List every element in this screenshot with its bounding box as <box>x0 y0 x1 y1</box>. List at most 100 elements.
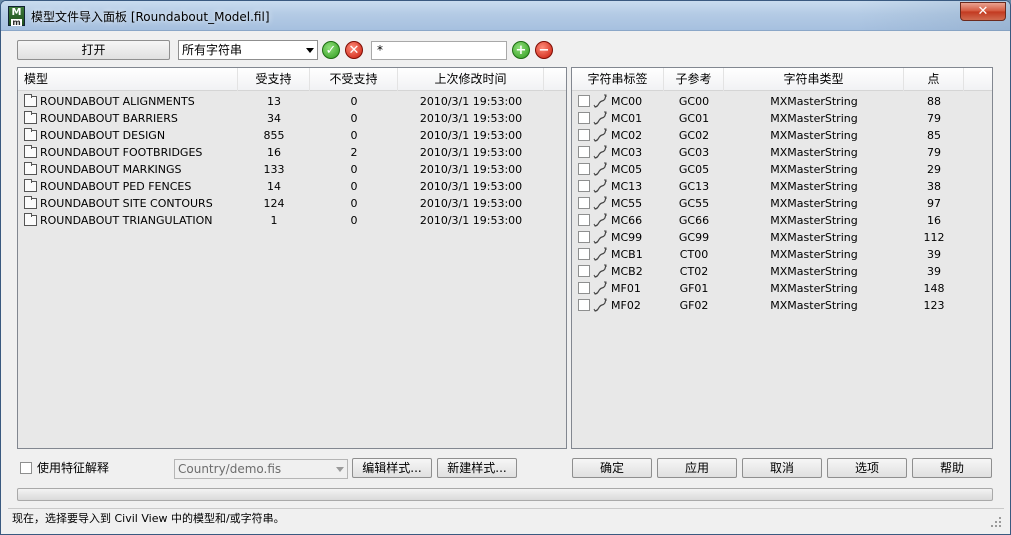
string-row[interactable]: MC99 GC99 MXMasterString 112 <box>572 229 992 246</box>
chevron-down-icon <box>336 467 344 472</box>
model-modified: 2010/3/1 19:53:00 <box>419 197 523 210</box>
col-model[interactable]: 模型 <box>18 68 238 91</box>
string-sub-ref: GC13 <box>678 180 710 193</box>
string-points: 97 <box>927 197 941 210</box>
string-row[interactable]: MC02 GC02 MXMasterString 85 <box>572 127 992 144</box>
use-feature-checkbox[interactable] <box>20 462 32 474</box>
help-button[interactable]: 帮助 <box>912 458 992 478</box>
model-row[interactable]: ROUNDABOUT SITE CONTOURS 124 0 2010/3/1 19:… <box>18 195 566 212</box>
style-file-select[interactable]: Country/demo.fis <box>174 459 348 479</box>
model-row[interactable]: ROUNDABOUT MARKINGS 133 0 2010/3/1 19:53:00 <box>18 161 566 178</box>
col-string-type[interactable]: 字符串类型 <box>724 68 904 91</box>
model-name: ROUNDABOUT DESIGN <box>40 129 166 142</box>
model-name: ROUNDABOUT PED FENCES <box>40 180 192 193</box>
string-checkbox[interactable] <box>578 231 590 243</box>
string-checkbox[interactable] <box>578 248 590 260</box>
string-type: MXMasterString <box>770 282 858 295</box>
string-type: MXMasterString <box>770 265 858 278</box>
col-sub-ref[interactable]: 子参考 <box>664 68 724 91</box>
strings-panel: 字符串标签 子参考 字符串类型 点 MC00 GC00 MXMasterString… <box>571 67 993 449</box>
string-points: 79 <box>927 146 941 159</box>
chevron-down-icon <box>306 48 314 53</box>
col-points[interactable]: 点 <box>904 68 964 91</box>
string-row[interactable]: MCB2 CT02 MXMasterString 39 <box>572 263 992 280</box>
cancel-button[interactable]: 取消 <box>742 458 822 478</box>
string-checkbox[interactable] <box>578 163 590 175</box>
string-row[interactable]: MC66 GC66 MXMasterString 16 <box>572 212 992 229</box>
model-unsupported: 0 <box>350 163 358 176</box>
string-checkbox[interactable] <box>578 129 590 141</box>
model-unsupported: 0 <box>350 180 358 193</box>
string-type: MXMasterString <box>770 112 858 125</box>
string-sub-ref: GC03 <box>678 146 710 159</box>
ok-button[interactable]: 确定 <box>572 458 652 478</box>
model-supported: 133 <box>263 163 285 176</box>
reject-filter-icon[interactable]: ✕ <box>345 41 363 59</box>
models-header: 模型 受支持 不受支持 上次修改时间 <box>18 68 566 91</box>
model-unsupported: 2 <box>350 146 358 159</box>
apply-button[interactable]: 应用 <box>657 458 737 478</box>
string-checkbox[interactable] <box>578 282 590 294</box>
model-unsupported: 0 <box>350 112 358 125</box>
model-row[interactable]: ROUNDABOUT ALIGNMENTS 13 0 2010/3/1 19:53:0… <box>18 93 566 110</box>
string-points: 112 <box>923 231 945 244</box>
string-row[interactable]: MC03 GC03 MXMasterString 79 <box>572 144 992 161</box>
import-dialog: Mm 模型文件导入面板 [Roundabout_Model.fil] ✕ 打开 … <box>0 0 1011 535</box>
string-checkbox[interactable] <box>578 214 590 226</box>
options-button[interactable]: 选项 <box>827 458 907 478</box>
string-row[interactable]: MF01 GF01 MXMasterString 148 <box>572 280 992 297</box>
close-button[interactable]: ✕ <box>960 2 1006 21</box>
string-icon <box>593 145 607 159</box>
model-row[interactable]: ROUNDABOUT FOOTBRIDGES 16 2 2010/3/1 19:53:… <box>18 144 566 161</box>
col-modified[interactable]: 上次修改时间 <box>398 68 544 91</box>
string-type: MXMasterString <box>770 248 858 261</box>
model-row[interactable]: ROUNDABOUT BARRIERS 34 0 2010/3/1 19:53:00 <box>18 110 566 127</box>
string-checkbox[interactable] <box>578 112 590 124</box>
string-label: MC03 <box>611 146 643 159</box>
string-points: 16 <box>927 214 941 227</box>
col-unsupported[interactable]: 不受支持 <box>310 68 398 91</box>
title-bar[interactable]: Mm 模型文件导入面板 [Roundabout_Model.fil] ✕ <box>1 1 1010 31</box>
string-icon <box>593 179 607 193</box>
open-button[interactable]: 打开 <box>17 40 170 60</box>
string-checkbox[interactable] <box>578 95 590 107</box>
string-label: MC02 <box>611 129 643 142</box>
string-sub-ref: GC55 <box>678 197 710 210</box>
model-supported: 14 <box>267 180 281 193</box>
string-checkbox[interactable] <box>578 197 590 209</box>
model-modified: 2010/3/1 19:53:00 <box>419 112 523 125</box>
string-type: MXMasterString <box>770 231 858 244</box>
string-row[interactable]: MC05 GC05 MXMasterString 29 <box>572 161 992 178</box>
string-row[interactable]: MCB1 CT00 MXMasterString 39 <box>572 246 992 263</box>
pattern-input[interactable]: * <box>371 41 507 60</box>
string-checkbox[interactable] <box>578 146 590 158</box>
string-label: MCB1 <box>611 248 643 261</box>
accept-filter-icon[interactable]: ✓ <box>322 41 340 59</box>
edit-style-button[interactable]: 编辑样式... <box>352 458 432 478</box>
model-row[interactable]: ROUNDABOUT PED FENCES 14 0 2010/3/1 19:53:0… <box>18 178 566 195</box>
string-row[interactable]: MC01 GC01 MXMasterString 79 <box>572 110 992 127</box>
string-checkbox[interactable] <box>578 299 590 311</box>
string-checkbox[interactable] <box>578 265 590 277</box>
string-row[interactable]: MC00 GC00 MXMasterString 88 <box>572 93 992 110</box>
string-row[interactable]: MC13 GC13 MXMasterString 38 <box>572 178 992 195</box>
resize-grip-icon[interactable] <box>990 516 1002 528</box>
string-sub-ref: GF01 <box>679 282 709 295</box>
string-checkbox[interactable] <box>578 180 590 192</box>
model-name: ROUNDABOUT TRIANGULATION <box>40 214 213 227</box>
string-type: MXMasterString <box>770 95 858 108</box>
string-row[interactable]: MF02 GF02 MXMasterString 123 <box>572 297 992 314</box>
model-unsupported: 0 <box>350 95 358 108</box>
new-style-button[interactable]: 新建样式... <box>437 458 517 478</box>
string-filter-select[interactable]: 所有字符串 <box>178 40 318 60</box>
remove-icon[interactable]: − <box>535 41 553 59</box>
col-supported[interactable]: 受支持 <box>238 68 310 91</box>
string-icon <box>593 247 607 261</box>
string-row[interactable]: MC55 GC55 MXMasterString 97 <box>572 195 992 212</box>
string-label: MF01 <box>611 282 641 295</box>
add-icon[interactable]: + <box>512 41 530 59</box>
model-row[interactable]: ROUNDABOUT TRIANGULATION 1 0 2010/3/1 19:53… <box>18 212 566 229</box>
model-row[interactable]: ROUNDABOUT DESIGN 855 0 2010/3/1 19:53:00 <box>18 127 566 144</box>
col-string-label[interactable]: 字符串标签 <box>572 68 664 91</box>
string-label: MC66 <box>611 214 643 227</box>
